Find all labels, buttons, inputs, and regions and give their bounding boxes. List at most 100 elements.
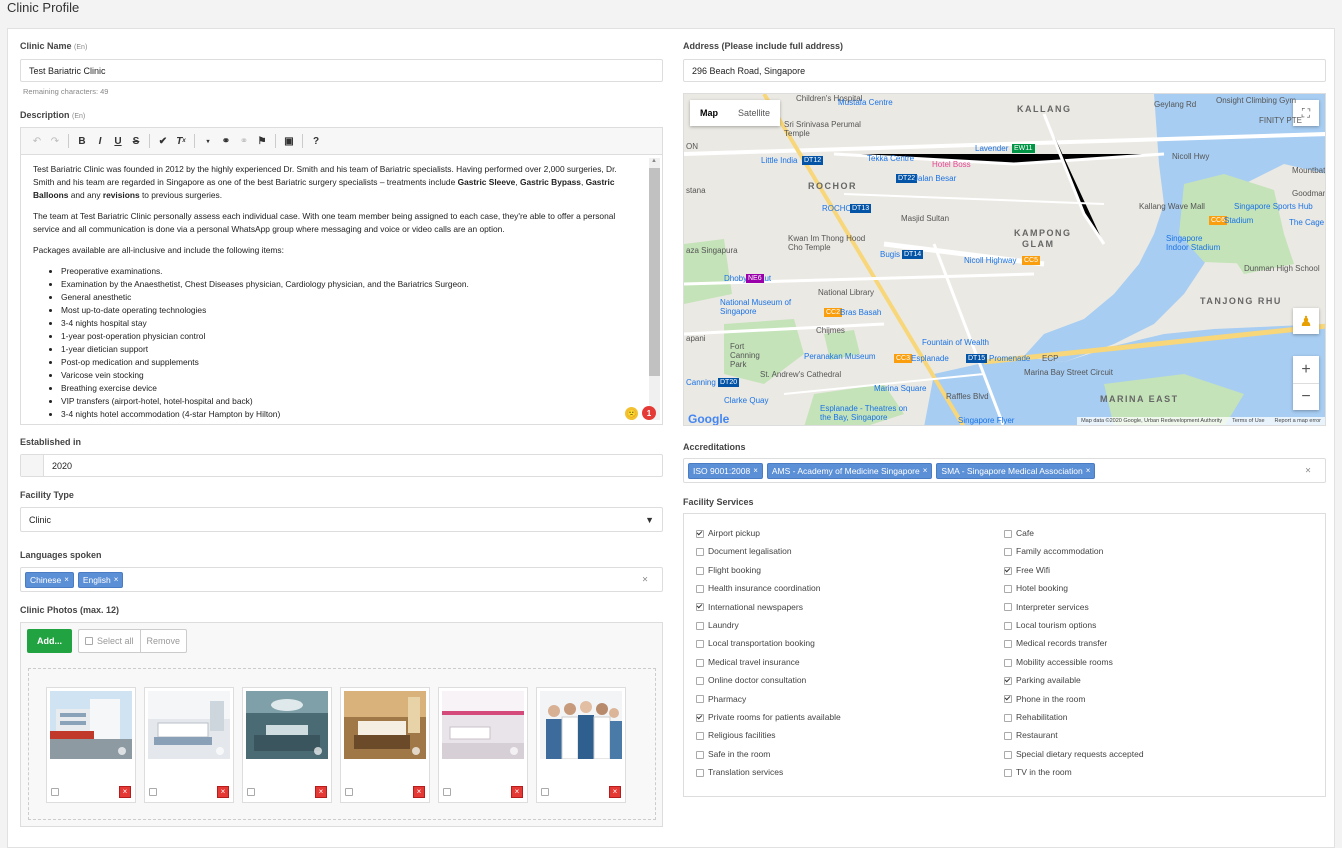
service-checkbox[interactable] [696,750,704,759]
delete-photo-icon[interactable]: × [315,786,327,798]
image-icon[interactable]: ▣ [281,133,297,149]
service-document-legalisation[interactable]: Document legalisation [696,546,792,556]
language-tag-chinese[interactable]: Chinese × [25,571,74,588]
service-family-accommodation[interactable]: Family accommodation [1004,546,1103,556]
service-checkbox[interactable] [696,640,704,649]
service-free-wifi[interactable]: Free Wifi [1004,565,1050,575]
service-checkbox[interactable] [1004,621,1012,630]
service-checkbox[interactable] [696,603,704,612]
service-medical-records-transfer[interactable]: Medical records transfer [1004,638,1107,648]
clear-icon[interactable]: × [642,574,648,585]
strikethrough-icon[interactable]: S [128,133,144,149]
service-hotel-booking[interactable]: Hotel booking [1004,583,1068,593]
photo-checkbox[interactable] [345,788,353,796]
service-checkbox[interactable] [1004,768,1012,777]
accreditation-tag[interactable]: AMS - Academy of Medicine Singapore × [766,462,933,479]
service-checkbox[interactable] [1004,676,1012,685]
service-checkbox[interactable] [696,768,704,777]
tab-map[interactable]: Map [690,100,728,126]
service-translation-services[interactable]: Translation services [696,767,783,777]
add-photo-button[interactable]: Add... [27,629,72,653]
service-checkbox[interactable] [1004,732,1012,741]
delete-photo-icon[interactable]: × [413,786,425,798]
service-tv-in-the-room[interactable]: TV in the room [1004,767,1072,777]
unlink-icon[interactable]: ⚭ [236,133,252,149]
service-medical-travel-insurance[interactable]: Medical travel insurance [696,657,800,667]
remove-button[interactable]: Remove [139,630,187,652]
clinic-name-input[interactable]: Test Bariatric Clinic [20,59,663,82]
service-checkbox[interactable] [1004,566,1012,575]
service-airport-pickup[interactable]: Airport pickup [696,528,760,538]
service-parking-available[interactable]: Parking available [1004,675,1081,685]
service-checkbox[interactable] [696,676,704,685]
italic-icon[interactable]: I [92,133,108,149]
service-private-rooms-for-patients-available[interactable]: Private rooms for patients available [696,712,841,722]
service-online-doctor-consultation[interactable]: Online doctor consultation [696,675,806,685]
photo-checkbox[interactable] [51,788,59,796]
photo-thumbnail[interactable]: × [144,687,234,803]
service-checkbox[interactable] [696,732,704,741]
photo-thumbnail[interactable]: × [340,687,430,803]
service-checkbox[interactable] [1004,713,1012,722]
format-painter-icon[interactable]: ✔ [155,133,171,149]
bold-icon[interactable]: B [74,133,90,149]
service-local-tourism-options[interactable]: Local tourism options [1004,620,1096,630]
redo-icon[interactable]: ↷ [47,133,63,149]
tab-satellite[interactable]: Satellite [728,100,780,126]
service-checkbox[interactable] [1004,658,1012,667]
service-checkbox[interactable] [1004,529,1012,538]
service-checkbox[interactable] [696,584,704,593]
photo-thumbnail[interactable]: × [242,687,332,803]
service-religious-facilities[interactable]: Religious facilities [696,730,776,740]
location-map[interactable]: Map Satellite ⛶ ♟ + − Children's Hospita… [683,93,1326,426]
editor-scrollbar[interactable]: ▲ [649,158,660,420]
language-tag-english[interactable]: English × [77,571,124,588]
service-health-insurance-coordination[interactable]: Health insurance coordination [696,583,820,593]
help-icon[interactable]: ? [308,133,324,149]
accreditation-tag[interactable]: SMA - Singapore Medical Association × [936,462,1096,479]
photo-dropzone[interactable]: × × × × × × [28,668,656,820]
flag-icon[interactable]: ⚑ [254,133,270,149]
service-checkbox[interactable] [696,566,704,575]
service-checkbox[interactable] [696,548,704,557]
service-checkbox[interactable] [696,713,704,722]
photo-checkbox[interactable] [541,788,549,796]
dropdown-icon[interactable]: ▾ [200,133,216,149]
underline-icon[interactable]: U [110,133,126,149]
accreditation-tag[interactable]: ISO 9001:2008 × [688,462,763,479]
emoji-icon[interactable]: 🙁 [625,407,638,420]
facility-type-select[interactable]: Clinic ▼ [20,507,663,532]
service-checkbox[interactable] [696,695,704,704]
service-international-newspapers[interactable]: International newspapers [696,602,803,612]
service-restaurant[interactable]: Restaurant [1004,730,1058,740]
zoom-in-icon[interactable]: + [1293,356,1319,384]
delete-photo-icon[interactable]: × [119,786,131,798]
service-pharmacy[interactable]: Pharmacy [696,694,746,704]
photo-checkbox[interactable] [443,788,451,796]
service-checkbox[interactable] [1004,695,1012,704]
address-input[interactable]: 296 Beach Road, Singapore [683,59,1326,82]
service-flight-booking[interactable]: Flight booking [696,565,761,575]
service-checkbox[interactable] [696,529,704,538]
undo-icon[interactable]: ↶ [29,133,45,149]
service-laundry[interactable]: Laundry [696,620,739,630]
service-checkbox[interactable] [696,658,704,667]
select-all-button[interactable]: Select all [79,630,140,652]
service-checkbox[interactable] [1004,640,1012,649]
photo-thumbnail[interactable]: × [536,687,626,803]
service-mobility-accessible-rooms[interactable]: Mobility accessible rooms [1004,657,1113,667]
service-local-transportation-booking[interactable]: Local transportation booking [696,638,815,648]
service-checkbox[interactable] [696,621,704,630]
accreditations-select[interactable]: ISO 9001:2008 × AMS - Academy of Medicine… [683,458,1326,483]
service-rehabilitation[interactable]: Rehabilitation [1004,712,1068,722]
service-checkbox[interactable] [1004,750,1012,759]
zoom-out-icon[interactable]: − [1293,384,1319,410]
service-safe-in-the-room[interactable]: Safe in the room [696,749,770,759]
languages-select[interactable]: Chinese × English × × [20,567,663,592]
description-text[interactable]: Test Bariatric Clinic was founded in 201… [21,155,647,424]
street-view-icon[interactable]: ♟ [1293,308,1319,334]
service-checkbox[interactable] [1004,603,1012,612]
service-phone-in-the-room[interactable]: Phone in the room [1004,694,1085,704]
photo-thumbnail[interactable]: × [438,687,528,803]
clear-icon[interactable]: × [1305,465,1311,476]
